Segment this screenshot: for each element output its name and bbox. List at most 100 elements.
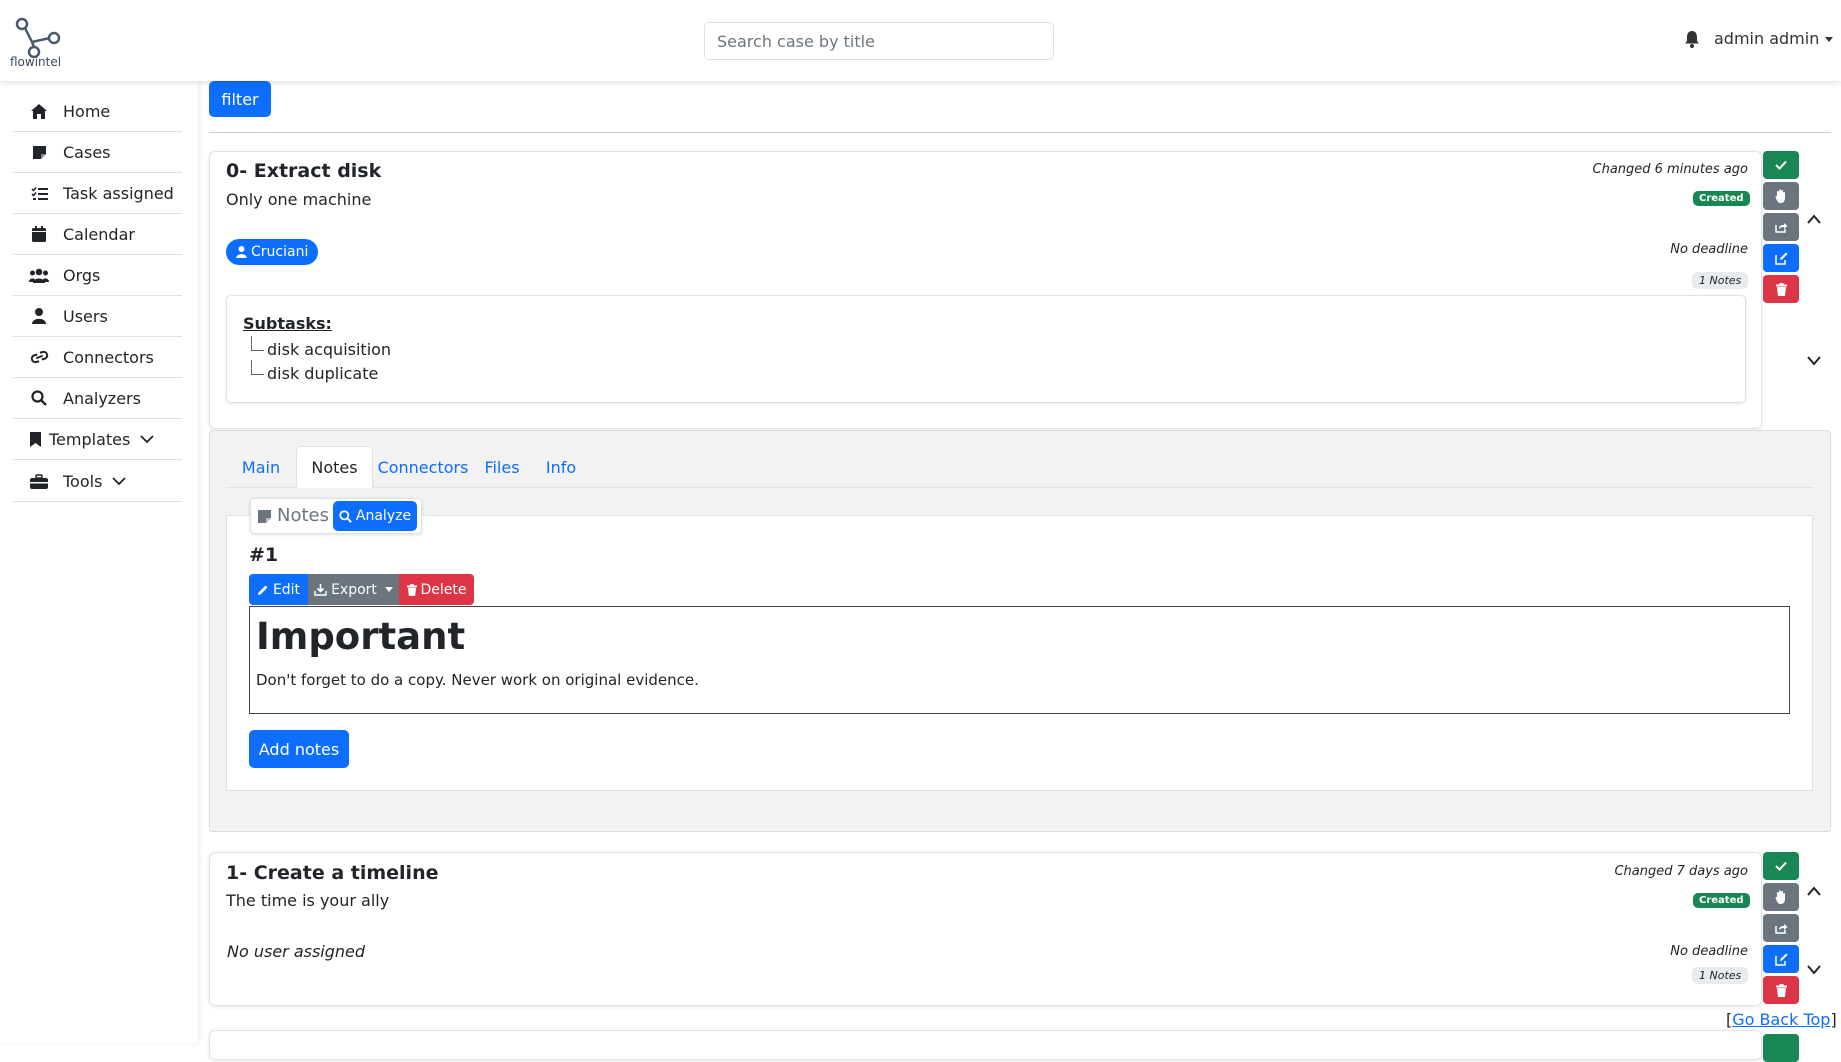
- pencil-icon: [257, 585, 268, 595]
- edit-task-button[interactable]: [1763, 945, 1799, 973]
- complete-task-button[interactable]: [1763, 1034, 1799, 1062]
- sidebar-item-templates[interactable]: Templates: [13, 419, 182, 460]
- bell-icon[interactable]: [1684, 30, 1700, 48]
- user-menu[interactable]: admin admin: [1714, 29, 1834, 48]
- sidebar-item-label: Home: [63, 101, 111, 121]
- go-back-top-link[interactable]: Go Back Top: [1732, 1010, 1830, 1029]
- export-note-button[interactable]: Export: [308, 574, 399, 605]
- sidebar-item-label: Templates: [49, 429, 131, 449]
- edit-label: Edit: [272, 581, 301, 598]
- detail-tabs: Main Notes Connectors Files Info: [226, 446, 1813, 488]
- share-task-button[interactable]: [1763, 213, 1799, 241]
- note-content[interactable]: Important Don't forget to do a copy. Nev…: [249, 606, 1790, 714]
- subtasks-heading: Subtasks:: [243, 314, 332, 333]
- go-back-top: [Go Back Top]: [1726, 1010, 1837, 1029]
- sidebar-item-calendar[interactable]: Calendar: [13, 214, 182, 255]
- subtask-item[interactable]: disk acquisition: [249, 336, 391, 359]
- chevron-down-icon[interactable]: [1806, 963, 1822, 975]
- subtask-item[interactable]: disk duplicate: [249, 360, 378, 383]
- task-deadline: No deadline: [1670, 242, 1748, 257]
- take-task-button[interactable]: [1763, 883, 1799, 911]
- chevron-down-icon[interactable]: [1806, 354, 1822, 366]
- tab-files[interactable]: Files: [473, 446, 531, 488]
- chevron-down-icon: [112, 477, 127, 486]
- delete-note-button[interactable]: Delete: [399, 574, 474, 605]
- edit-task-button[interactable]: [1763, 244, 1799, 272]
- subtasks-box: Subtasks: disk acquisition disk duplicat…: [226, 295, 1746, 403]
- tab-notes[interactable]: Notes: [296, 446, 373, 488]
- note-body: Don't forget to do a copy. Never work on…: [256, 671, 699, 689]
- hand-icon: [1775, 189, 1785, 203]
- note-icon: [258, 510, 271, 523]
- task-card: [209, 1030, 1762, 1060]
- bracket: ]: [1830, 1010, 1837, 1029]
- sidebar-item-tools[interactable]: Tools: [13, 461, 182, 502]
- task-deadline: No deadline: [1670, 944, 1748, 959]
- assignee-name: Cruciani: [251, 244, 309, 260]
- tab-main[interactable]: Main: [226, 446, 296, 488]
- trash-icon: [1775, 282, 1787, 296]
- sidebar-item-orgs[interactable]: Orgs: [13, 255, 182, 296]
- caret-down-icon: [1825, 37, 1834, 42]
- sidebar-item-users[interactable]: Users: [13, 296, 182, 337]
- download-icon: [314, 583, 327, 596]
- chevron-down-icon: [140, 435, 154, 444]
- search-icon: [29, 389, 49, 407]
- sidebar-item-home[interactable]: Home: [13, 91, 182, 132]
- task-changed-time: Changed 7 days ago: [1614, 864, 1748, 879]
- task-description: The time is your ally: [226, 891, 390, 910]
- share-task-button[interactable]: [1763, 914, 1799, 942]
- complete-task-button[interactable]: [1763, 151, 1799, 179]
- delete-task-button[interactable]: [1763, 275, 1799, 303]
- edit-icon: [1774, 953, 1787, 966]
- note-number: #1: [249, 544, 279, 566]
- link-icon: [29, 348, 49, 366]
- sidebar-item-analyzers[interactable]: Analyzers: [13, 378, 182, 419]
- tab-connectors[interactable]: Connectors: [373, 446, 473, 488]
- user-name: admin admin: [1714, 29, 1820, 48]
- chevron-up-icon[interactable]: [1806, 213, 1822, 225]
- search-icon: [339, 509, 352, 523]
- sidebar-item-label: Tools: [63, 471, 103, 491]
- toolbox-icon: [29, 472, 49, 490]
- take-task-button[interactable]: [1763, 182, 1799, 210]
- add-notes-button[interactable]: Add notes: [249, 730, 349, 768]
- complete-task-button[interactable]: [1763, 852, 1799, 880]
- assignee-pill[interactable]: Cruciani: [226, 239, 319, 265]
- task-title[interactable]: 1- Create a timeline: [226, 862, 438, 884]
- notes-label: Notes: [277, 505, 329, 526]
- sidebar-item-label: Calendar: [63, 224, 135, 244]
- task-changed-time: Changed 6 minutes ago: [1592, 162, 1749, 177]
- share-icon: [1774, 924, 1787, 934]
- sidebar-item-label: Orgs: [63, 265, 101, 285]
- task-title[interactable]: 0- Extract disk: [226, 160, 381, 182]
- trash-icon: [1775, 983, 1787, 997]
- people-icon: [29, 266, 49, 284]
- sidebar-item-label: Task assigned: [63, 183, 174, 203]
- note-icon: [29, 143, 49, 161]
- sidebar-item-label: Cases: [63, 142, 111, 162]
- sidebar: Home Cases Task assigned Calendar Orgs U…: [0, 81, 198, 1043]
- list-check-icon: [29, 184, 49, 202]
- edit-note-button[interactable]: Edit: [249, 574, 308, 605]
- chevron-up-icon[interactable]: [1806, 885, 1822, 897]
- home-icon: [29, 102, 49, 120]
- bookmark-icon: [29, 430, 41, 448]
- notes-count-badge: 1 Notes: [1692, 967, 1749, 984]
- user-icon: [236, 246, 247, 258]
- analyze-label: Analyze: [355, 508, 412, 524]
- top-navbar: flowintel admin admin: [0, 0, 1841, 81]
- search-input[interactable]: [704, 22, 1054, 60]
- delete-label: Delete: [420, 581, 467, 598]
- sidebar-item-connectors[interactable]: Connectors: [13, 337, 182, 378]
- divider: [209, 132, 1831, 133]
- delete-task-button[interactable]: [1763, 976, 1799, 1004]
- sidebar-item-label: Analyzers: [63, 388, 141, 408]
- no-user-assigned: No user assigned: [227, 942, 366, 961]
- sidebar-item-cases[interactable]: Cases: [13, 132, 182, 173]
- analyze-button[interactable]: Analyze: [333, 501, 417, 531]
- filter-button[interactable]: filter: [209, 81, 271, 117]
- status-badge: Created: [1693, 893, 1750, 908]
- sidebar-item-task-assigned[interactable]: Task assigned: [13, 173, 182, 214]
- tab-info[interactable]: Info: [531, 446, 591, 488]
